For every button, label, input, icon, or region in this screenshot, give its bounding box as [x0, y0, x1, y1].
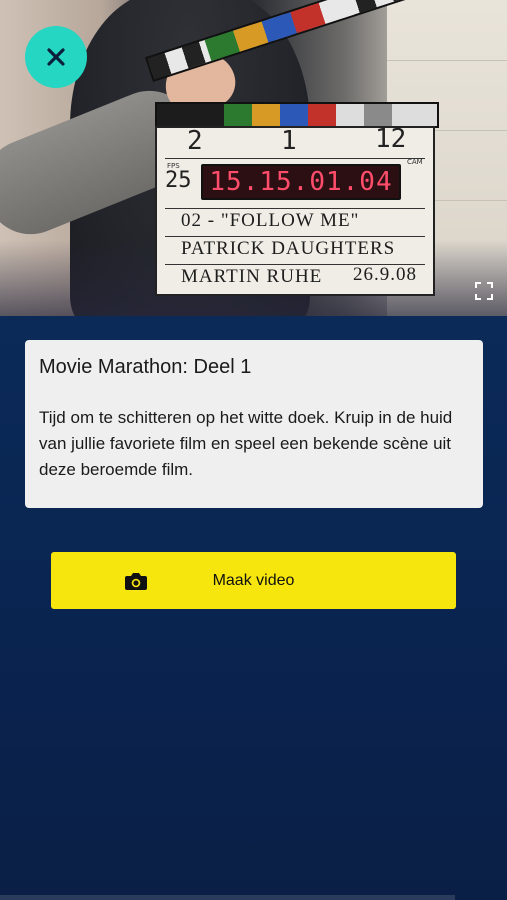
wall-tile-line [387, 60, 507, 61]
clapper-scene-left: 2 [187, 126, 203, 156]
card-title: Movie Marathon: Deel 1 [39, 356, 252, 378]
clapper-rule [165, 158, 425, 159]
clapper-title-line: 02 - "FOLLOW ME" [181, 210, 360, 231]
camera-icon [124, 570, 148, 592]
make-video-label: Maak video [212, 571, 295, 589]
clapper-rule [165, 208, 425, 209]
clapper-fps: 25 [165, 168, 192, 193]
clapper-scene-mid: 1 [281, 126, 297, 156]
fullscreen-icon[interactable] [474, 281, 494, 301]
clapper-camera-line: MARTIN RUHE [181, 266, 323, 287]
clapperboard: 2 1 12 FPS CAM 25 15.15.01.04 02 - "FOLL… [144, 0, 439, 296]
close-button[interactable] [25, 26, 87, 88]
make-video-button[interactable]: Maak video [51, 552, 456, 609]
clapper-board: 2 1 12 FPS CAM 25 15.15.01.04 02 - "FOLL… [155, 124, 435, 296]
close-icon [47, 48, 65, 66]
clapper-cam-label: CAM [407, 158, 423, 166]
bottom-progress-bar [0, 895, 455, 900]
clapper-rule [165, 236, 425, 237]
clapper-date: 26.9.08 [353, 264, 417, 285]
challenge-card: Movie Marathon: Deel 1 Tijd om te schitt… [25, 340, 483, 508]
clapper-director-line: PATRICK DAUGHTERS [181, 238, 396, 259]
card-description: Tijd om te schitteren op het witte doek.… [39, 408, 453, 479]
clapper-scene-right: 12 [375, 124, 407, 154]
clapper-timecode: 15.15.01.04 [201, 164, 401, 200]
